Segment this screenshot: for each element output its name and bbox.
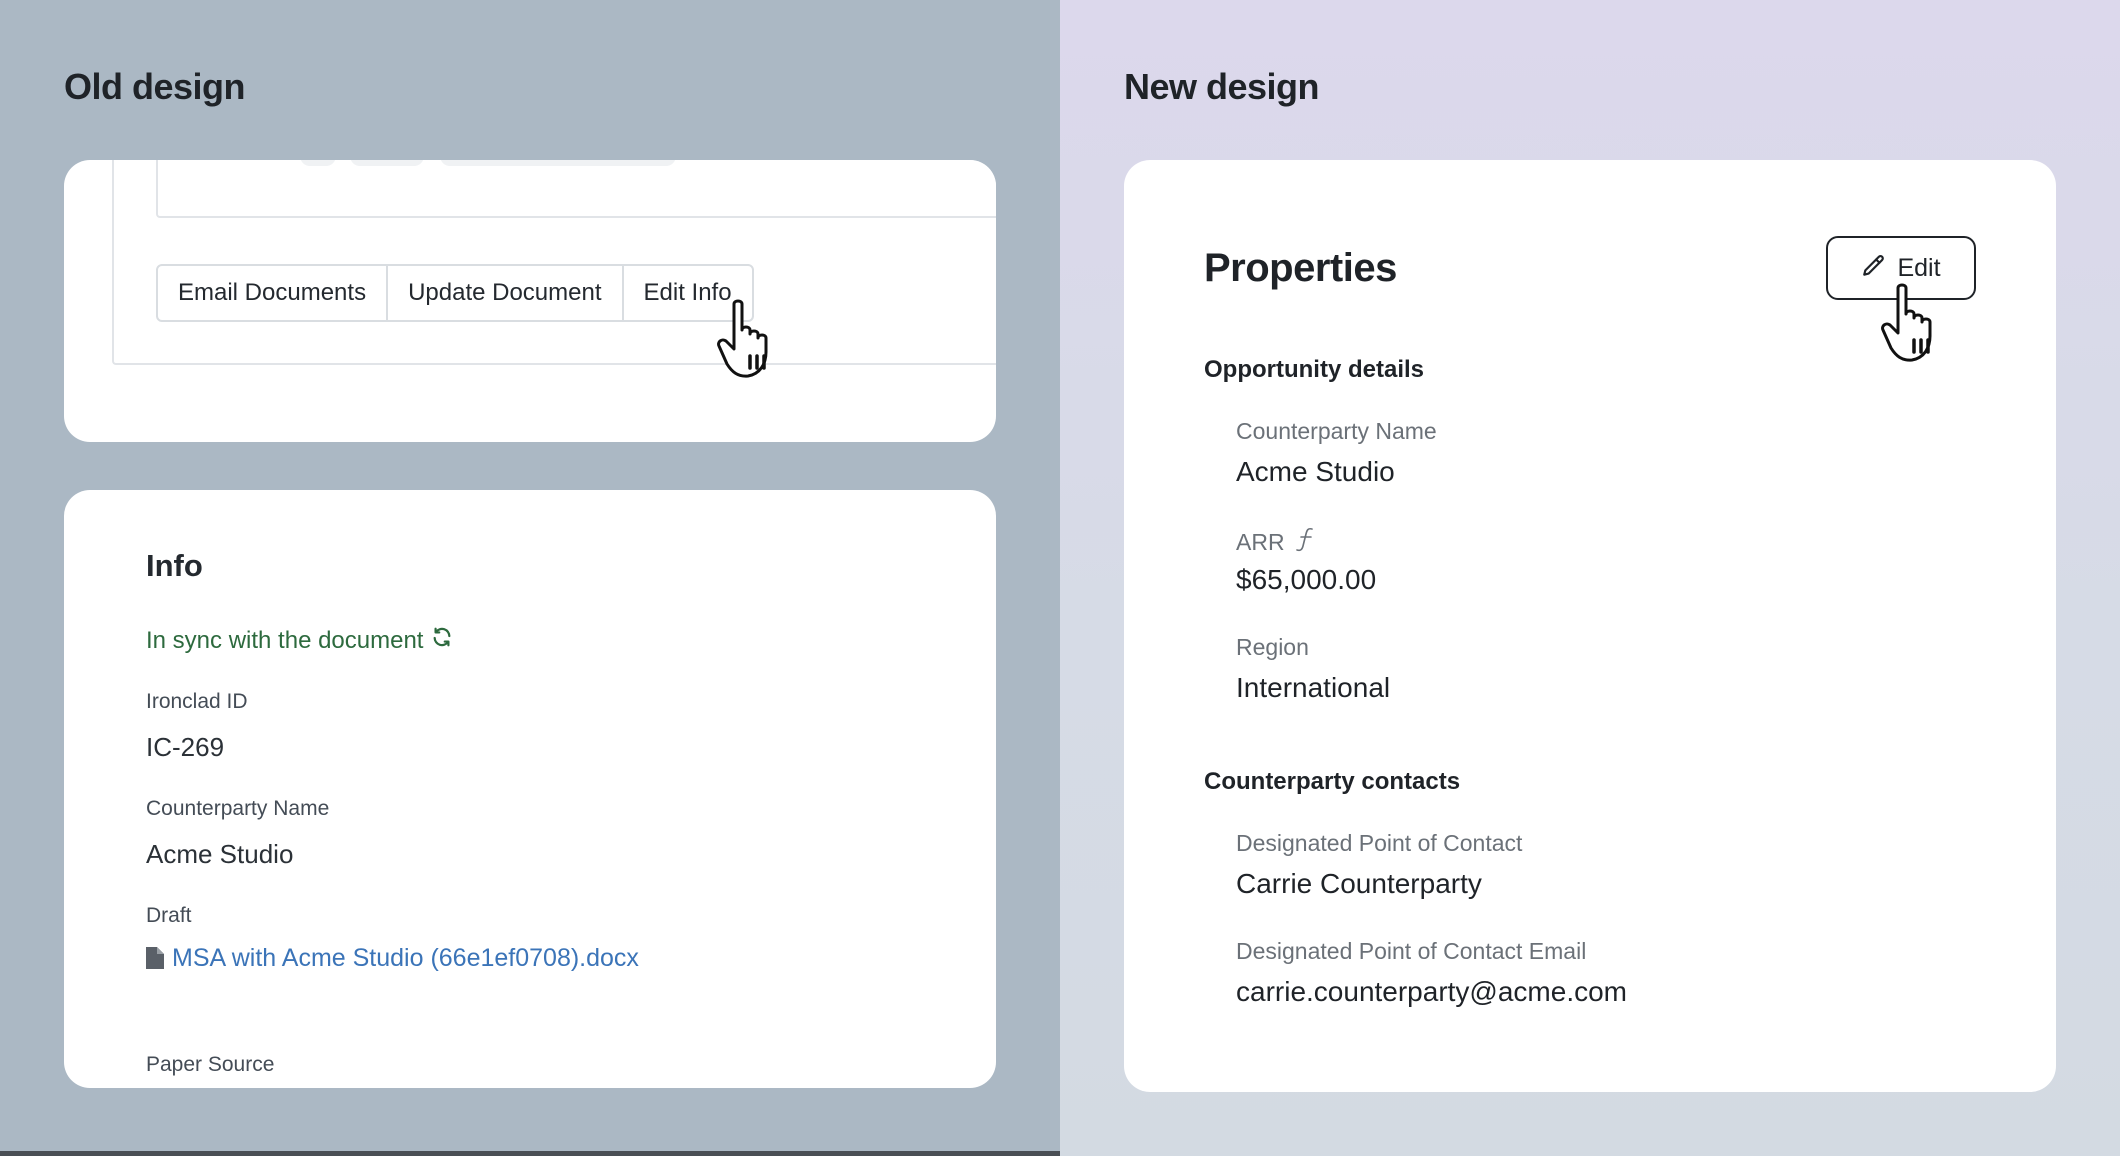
info-title: Info (146, 548, 203, 583)
field-value-region: International (1236, 672, 1391, 703)
sync-icon[interactable] (431, 626, 453, 655)
edit-button-label: Edit (1897, 253, 1941, 282)
arr-label-text: ARR (1236, 528, 1285, 555)
hand-cursor-icon (716, 298, 782, 387)
old-design-heading: Old design (64, 66, 246, 107)
counterparty-name-value: Acme Studio (146, 839, 294, 869)
ironclad-id-value: IC-269 (146, 732, 225, 762)
properties-title: Properties (1204, 246, 1397, 290)
field-label-counterparty-name: Counterparty Name (1236, 418, 1437, 444)
sync-status-text: In sync with the document (146, 626, 424, 654)
hand-cursor-icon (1880, 282, 1946, 371)
field-value-point-of-contact-email: carrie.counterparty@acme.com (1236, 976, 1628, 1007)
pencil-icon (1861, 253, 1887, 284)
paper-source-label: Paper Source (146, 1053, 275, 1076)
field-label-arr: ARR (1236, 526, 1317, 558)
field-value-point-of-contact: Carrie Counterparty (1236, 868, 1482, 899)
field-value-arr: $65,000.00 (1236, 564, 1377, 595)
old-action-button-group: Email Documents Update Document Edit Inf… (156, 264, 754, 322)
draft-file-name: MSA with Acme Studio (66e1ef0708).docx (172, 944, 639, 972)
field-label-point-of-contact: Designated Point of Contact (1236, 830, 1523, 856)
counterparty-name-label: Counterparty Name (146, 797, 330, 820)
draft-file-link[interactable]: MSA with Acme Studio (66e1ef0708).docx (146, 936, 686, 983)
old-actions-card: Email Documents Update Document Edit Inf… (64, 160, 996, 442)
old-tags-box (156, 160, 996, 218)
old-info-card: Info In sync with the document Ironclad … (64, 490, 996, 1088)
opportunity-details-heading: Opportunity details (1204, 356, 1425, 383)
field-label-point-of-contact-email: Designated Point of Contact Email (1236, 938, 1587, 964)
counterparty-contacts-heading: Counterparty contacts (1204, 768, 1461, 795)
document-icon (146, 939, 164, 983)
ironclad-id-label: Ironclad ID (146, 690, 248, 713)
field-value-counterparty-name: Acme Studio (1236, 456, 1395, 487)
new-design-heading: New design (1124, 66, 1320, 107)
email-documents-button[interactable]: Email Documents (158, 266, 389, 320)
tag-pill (300, 160, 336, 166)
sync-status: In sync with the document (146, 626, 453, 655)
tag-pill (350, 160, 424, 166)
formula-icon (1295, 526, 1317, 558)
tag-pill (440, 160, 676, 166)
draft-label: Draft (146, 904, 192, 927)
update-document-button[interactable]: Update Document (388, 266, 624, 320)
field-label-region: Region (1236, 634, 1309, 660)
